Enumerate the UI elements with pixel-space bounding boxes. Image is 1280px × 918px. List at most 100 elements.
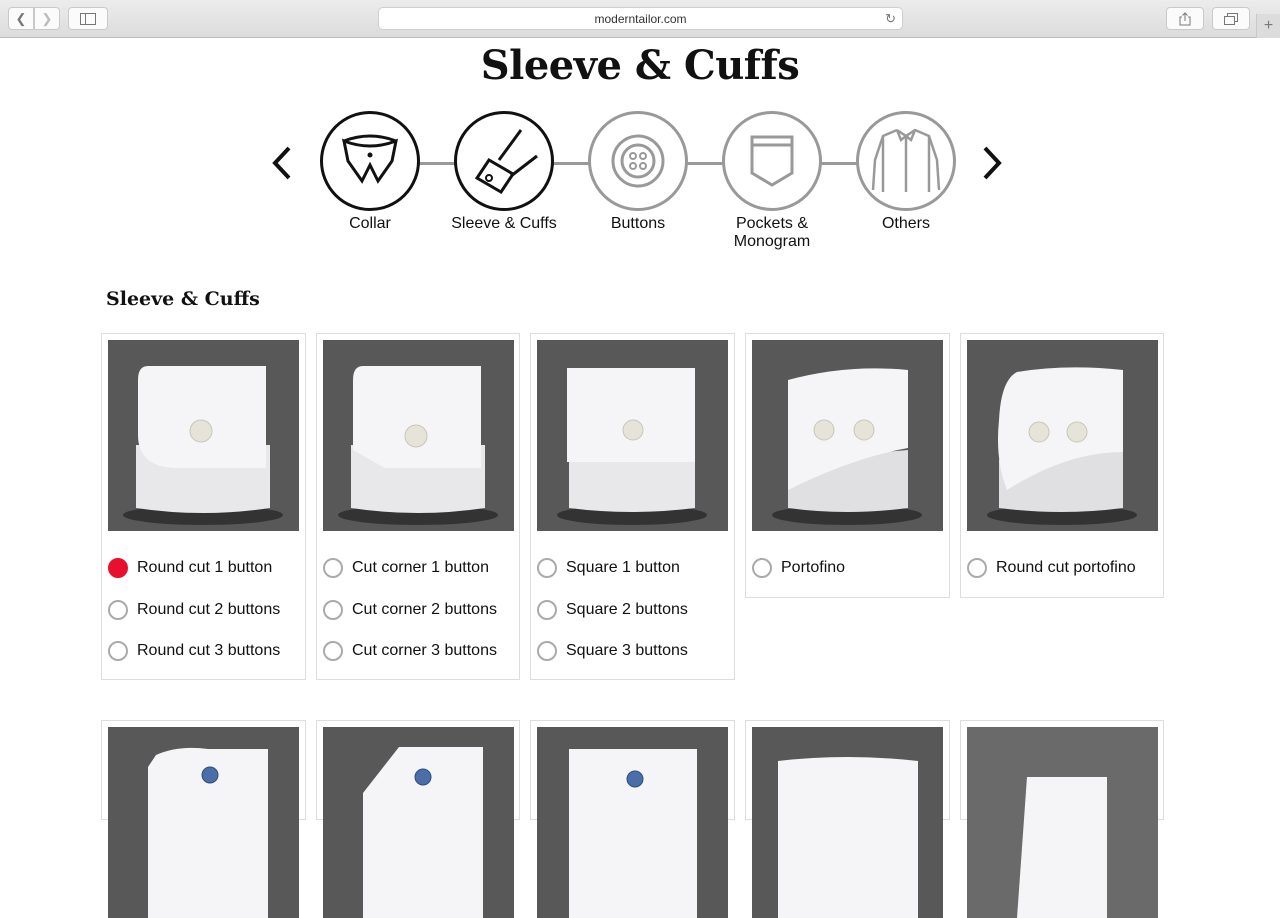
radio-button[interactable]: [108, 641, 128, 661]
next-step-button[interactable]: [972, 138, 1012, 188]
reload-icon[interactable]: ↻: [885, 11, 896, 27]
option-label: Portofino: [781, 559, 846, 576]
sidebar-toggle-button[interactable]: [68, 7, 108, 30]
step-others[interactable]: Others: [856, 111, 956, 233]
radio-button[interactable]: [323, 600, 343, 620]
cuff-photo[interactable]: [108, 727, 299, 918]
radio-button[interactable]: [323, 641, 343, 661]
cuff-photo-cut-corner[interactable]: [323, 340, 514, 531]
cuff-card-round-cut: Round cut 1 button Round cut 2 buttons R…: [101, 333, 306, 680]
step-pockets-monogram[interactable]: Pockets & Monogram: [722, 111, 822, 251]
tabs-icon: [1224, 12, 1238, 25]
step-label: Sleeve & Cuffs: [451, 215, 557, 232]
collar-icon: [341, 134, 399, 184]
option-label: Square 1 button: [566, 559, 680, 576]
address-bar[interactable]: moderntailor.com ↻: [378, 7, 903, 30]
step-label: Pockets & Monogram: [733, 215, 811, 250]
cuff-illustration: [752, 727, 943, 918]
cuff-photo-round-cut[interactable]: [108, 340, 299, 531]
cuff-card-round-cut-portofino: Round cut portofino: [960, 333, 1164, 598]
cuff-card-row2-4: [745, 720, 950, 918]
option-label: Round cut 2 buttons: [137, 601, 281, 618]
plus-icon: +: [1263, 17, 1274, 34]
radio-button[interactable]: [323, 558, 343, 578]
chevron-left-icon: ❮: [15, 10, 27, 26]
customization-steps: Collar Sleeve & Cuffs Buttons Pockets & …: [260, 108, 1020, 258]
radio-button[interactable]: [537, 558, 557, 578]
radio-button[interactable]: [537, 641, 557, 661]
step-buttons[interactable]: Buttons: [588, 111, 688, 233]
cuff-photo-square[interactable]: [537, 340, 728, 531]
radio-button[interactable]: [537, 600, 557, 620]
back-button[interactable]: ❮: [8, 7, 34, 30]
step-collar[interactable]: Collar: [320, 111, 420, 233]
pocket-icon: [750, 135, 794, 187]
radio-button[interactable]: [108, 558, 128, 578]
option-label: Square 2 buttons: [566, 601, 688, 618]
section-title: Sleeve & Cuffs: [106, 288, 260, 310]
cuff-card-row2-5: [960, 720, 1164, 918]
sidebar-icon: [80, 12, 96, 25]
radio-button[interactable]: [967, 558, 987, 578]
cuff-card-row2-3: [530, 720, 735, 918]
option-label: Round cut portofino: [996, 559, 1136, 576]
option-round-cut-2-buttons[interactable]: Round cut 2 buttons: [108, 598, 280, 622]
option-label: Cut corner 2 buttons: [352, 601, 497, 618]
cuff-illustration: [108, 727, 299, 918]
option-round-cut-3-buttons[interactable]: Round cut 3 buttons: [108, 639, 280, 663]
step-label: Others: [881, 215, 930, 232]
shirt-icon: [871, 128, 941, 192]
chevron-right-icon: ❯: [41, 10, 53, 26]
step-label: Buttons: [610, 215, 666, 232]
option-label: Square 3 buttons: [566, 642, 688, 659]
option-label: Cut corner 1 button: [352, 559, 489, 576]
cuff-photo[interactable]: [537, 727, 728, 918]
chevron-left-icon: [272, 146, 291, 180]
step-label: Collar: [349, 215, 391, 232]
cuff-illustration: [108, 340, 299, 531]
cuff-illustration: [323, 340, 514, 531]
option-round-cut-1-button[interactable]: Round cut 1 button: [108, 556, 272, 580]
browser-toolbar: ❮ ❯ moderntailor.com ↻ +: [0, 0, 1280, 38]
tab-overview-button[interactable]: [1212, 7, 1250, 30]
button-icon: [611, 134, 665, 188]
option-cut-corner-1-button[interactable]: Cut corner 1 button: [323, 556, 489, 580]
cuff-card-portofino: Portofino: [745, 333, 950, 598]
previous-step-button[interactable]: [262, 138, 302, 188]
option-label: Round cut 1 button: [137, 559, 273, 576]
cuff-card-cut-corner: Cut corner 1 button Cut corner 2 buttons…: [316, 333, 520, 680]
option-round-cut-portofino[interactable]: Round cut portofino: [967, 556, 1136, 580]
url-text: moderntailor.com: [594, 11, 687, 26]
option-portofino[interactable]: Portofino: [752, 556, 845, 580]
radio-button[interactable]: [752, 558, 772, 578]
cuff-illustration: [967, 727, 1158, 918]
cuff-illustration: [752, 340, 943, 531]
new-tab-button[interactable]: +: [1256, 14, 1280, 38]
page-title: Sleeve & Cuffs: [480, 42, 800, 89]
option-square-2-buttons[interactable]: Square 2 buttons: [537, 598, 688, 622]
option-cut-corner-3-buttons[interactable]: Cut corner 3 buttons: [323, 639, 497, 663]
cuff-illustration: [537, 727, 728, 918]
share-icon: [1179, 11, 1191, 25]
cuff-photo-round-cut-portofino[interactable]: [967, 340, 1158, 531]
option-label: Cut corner 3 buttons: [352, 642, 497, 659]
option-label: Round cut 3 buttons: [137, 642, 281, 659]
cuff-icon: [474, 129, 538, 195]
forward-button[interactable]: ❯: [34, 7, 60, 30]
option-square-1-button[interactable]: Square 1 button: [537, 556, 680, 580]
cuff-photo[interactable]: [752, 727, 943, 918]
cuff-card-square: Square 1 button Square 2 buttons Square …: [530, 333, 735, 680]
share-button[interactable]: [1166, 7, 1204, 30]
step-sleeve-cuffs[interactable]: Sleeve & Cuffs: [451, 111, 557, 233]
cuff-card-row2-1: [101, 720, 306, 918]
cuff-photo-portofino[interactable]: [752, 340, 943, 531]
cuff-illustration: [537, 340, 728, 531]
cuff-illustration: [323, 727, 514, 918]
cuff-photo[interactable]: [967, 727, 1158, 918]
option-square-3-buttons[interactable]: Square 3 buttons: [537, 639, 688, 663]
radio-button[interactable]: [108, 600, 128, 620]
chevron-right-icon: [983, 146, 1002, 180]
option-cut-corner-2-buttons[interactable]: Cut corner 2 buttons: [323, 598, 497, 622]
cuff-card-row2-2: [316, 720, 520, 918]
cuff-photo[interactable]: [323, 727, 514, 918]
